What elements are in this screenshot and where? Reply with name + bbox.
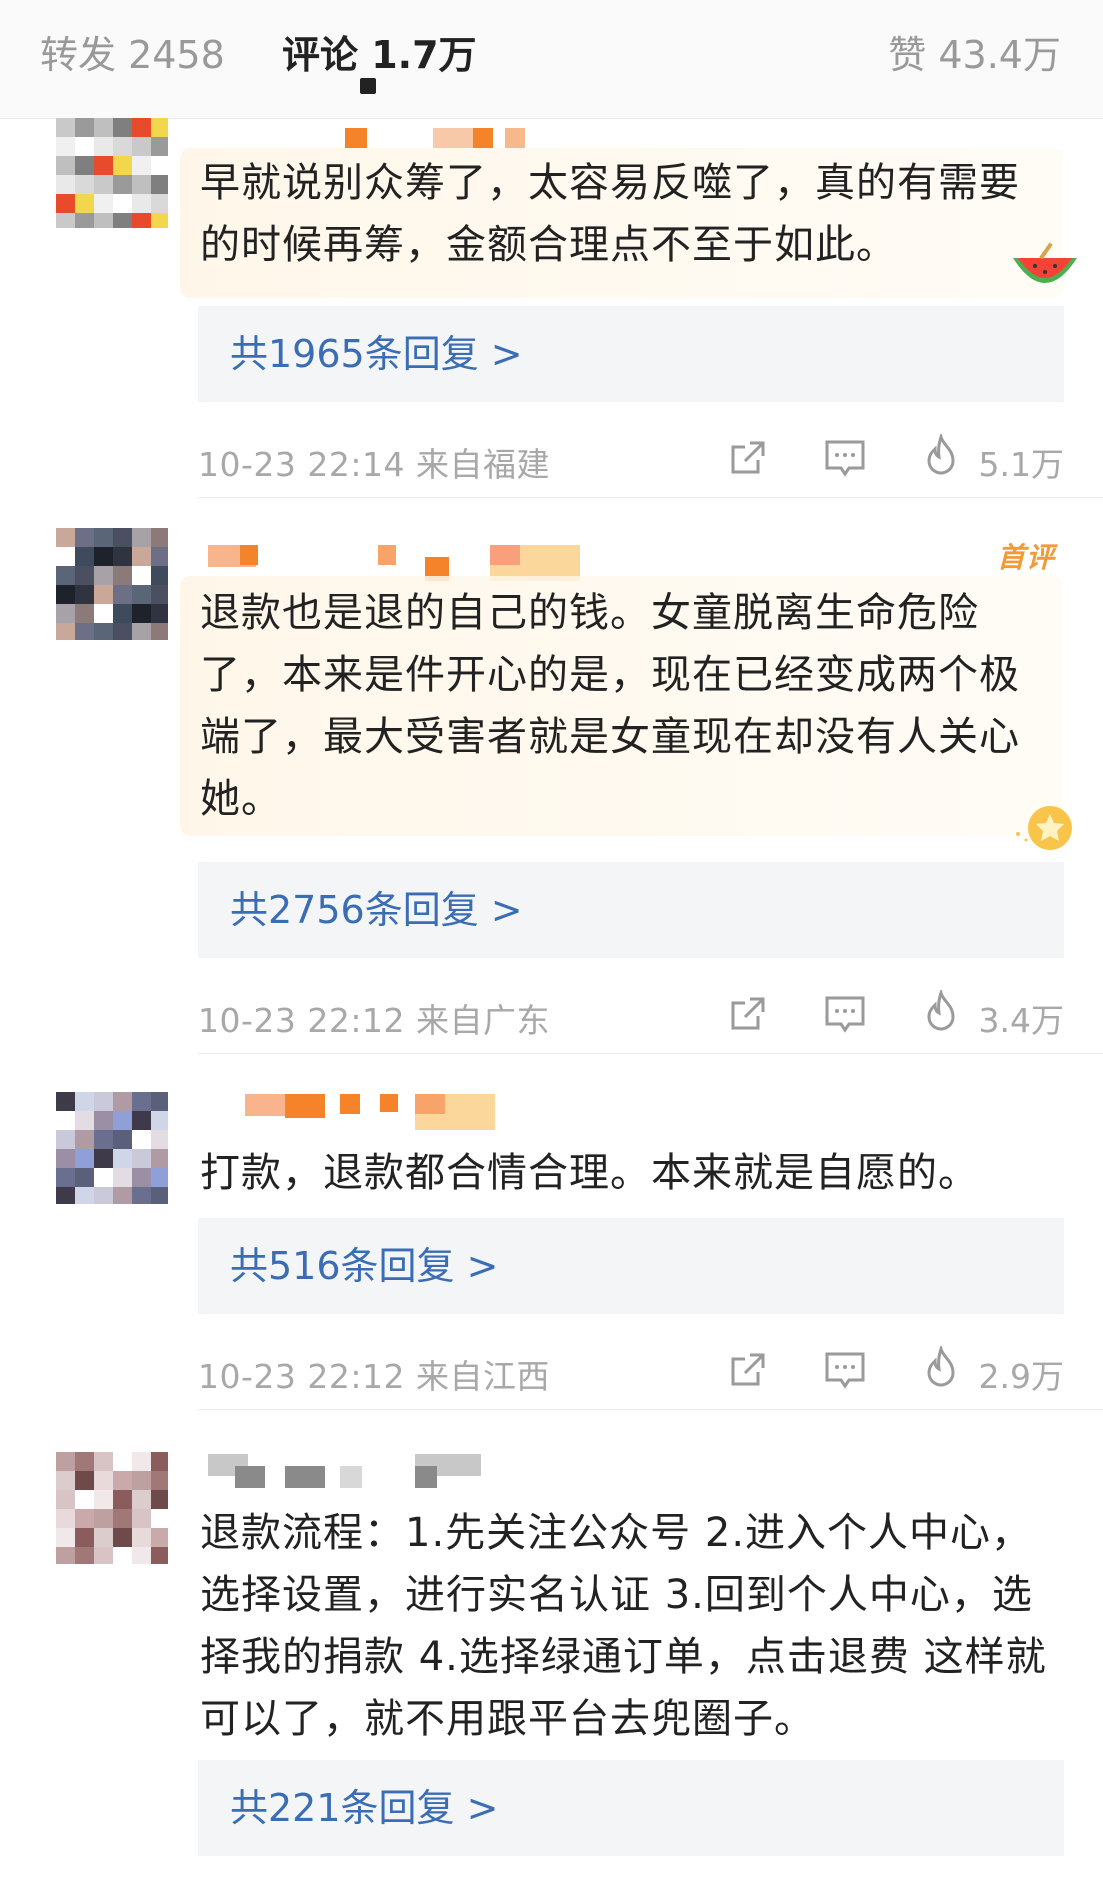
comment-meta: 10-23 22:12 来自江西 2.9万 (198, 1342, 1064, 1398)
comment-text: 早就说别众筹了，太容易反噬了，真的有需要的时候再筹，金额合理点不至于如此。 (200, 160, 1020, 268)
comment-meta: 10-23 22:12 来自广东 3.4万 (198, 986, 1064, 1042)
like-count: 2.9万 (978, 1357, 1064, 1396)
star-badge-icon (1010, 798, 1080, 854)
replies-label[interactable]: 共516条回复 > (198, 1244, 498, 1288)
replies-label[interactable]: 共2756条回复 > (198, 888, 523, 932)
view-replies-link[interactable]: 共1965条回复 > (198, 306, 1064, 402)
comment-text: 打款，退款都合情合理。本来就是自愿的。 (200, 1150, 979, 1196)
username-pixelated[interactable] (205, 1454, 505, 1494)
comment-text: 退款流程：1.先关注公众号 2.进入个人中心，选择设置，进行实名认证 3.回到个… (200, 1510, 1047, 1742)
username-pixelated[interactable] (205, 1094, 505, 1134)
reply-icon[interactable] (823, 1350, 867, 1390)
like-count: 5.1万 (978, 445, 1064, 484)
reply-icon[interactable] (823, 438, 867, 478)
avatar[interactable] (56, 1092, 168, 1204)
replies-label[interactable]: 共221条回复 > (198, 1786, 498, 1830)
tab-forward[interactable]: 转发 2458 (40, 30, 225, 80)
comment-item: 首评 退款也是退的自己的钱。女童脱离生命危险了，本来是件开心的是，现在已经变成两… (0, 498, 1103, 1053)
tab-active-indicator (360, 78, 376, 94)
tab-likes[interactable]: 赞 43.4万 (888, 30, 1061, 80)
comment-item: 打款，退款都合情合理。本来就是自愿的。 共516条回复 > 10-23 22:1… (0, 1054, 1103, 1409)
view-replies-link[interactable]: 共221条回复 > (198, 1760, 1064, 1856)
like-count: 3.4万 (978, 1001, 1064, 1040)
replies-label[interactable]: 共1965条回复 > (198, 332, 523, 376)
fire-like-icon[interactable] (920, 990, 962, 1036)
comment-item: 早就说别众筹了，太容易反噬了，真的有需要的时候再筹，金额合理点不至于如此。 共1… (0, 118, 1103, 498)
comment-tab-bar: 转发 2458 评论 1.7万 赞 43.4万 (0, 0, 1103, 119)
reply-icon[interactable] (823, 994, 867, 1034)
first-comment-badge: 首评 (996, 541, 1055, 574)
fire-like-icon[interactable] (920, 434, 962, 480)
comment-time-location: 10-23 22:12 来自江西 (198, 1357, 550, 1396)
avatar[interactable] (56, 118, 168, 228)
comment-time-location: 10-23 22:12 来自广东 (198, 1001, 550, 1040)
comment-meta: 10-23 22:14 来自福建 5.1万 (198, 430, 1064, 486)
share-icon[interactable] (728, 438, 768, 478)
comment-item: 退款流程：1.先关注公众号 2.进入个人中心，选择设置，进行实名认证 3.回到个… (0, 1410, 1103, 1893)
view-replies-link[interactable]: 共516条回复 > (198, 1218, 1064, 1314)
comment-text: 退款也是退的自己的钱。女童脱离生命危险了，本来是件开心的是，现在已经变成两个极端… (200, 590, 1020, 822)
share-icon[interactable] (728, 1350, 768, 1390)
watermelon-sticker-icon (1010, 240, 1080, 302)
view-replies-link[interactable]: 共2756条回复 > (198, 862, 1064, 958)
comment-time-location: 10-23 22:14 来自福建 (198, 445, 550, 484)
share-icon[interactable] (728, 994, 768, 1034)
fire-like-icon[interactable] (920, 1346, 962, 1392)
avatar[interactable] (56, 1452, 168, 1564)
avatar[interactable] (56, 528, 168, 640)
